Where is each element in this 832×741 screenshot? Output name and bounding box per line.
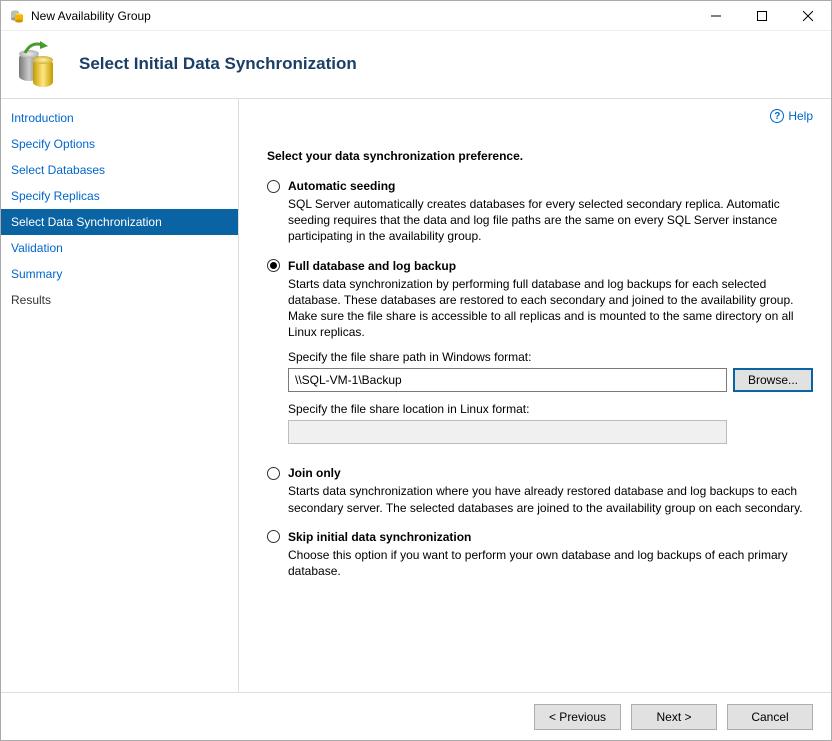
- desc-skip-sync: Choose this option if you want to perfor…: [288, 547, 813, 579]
- page-heading: Select Initial Data Synchronization: [79, 54, 357, 74]
- help-label: Help: [788, 109, 813, 123]
- minimize-button[interactable]: [693, 1, 739, 31]
- titlebar: New Availability Group: [1, 1, 831, 31]
- nav-specify-options[interactable]: Specify Options: [1, 131, 238, 157]
- desc-full-backup: Starts data synchronization by performin…: [288, 276, 813, 341]
- radio-automatic-seeding[interactable]: [267, 180, 280, 193]
- wizard-content: ? Help Select your data synchronization …: [239, 99, 831, 692]
- label-automatic-seeding[interactable]: Automatic seeding: [288, 179, 395, 193]
- wizard-footer: < Previous Next > Cancel: [1, 692, 831, 740]
- radio-full-backup[interactable]: [267, 259, 280, 272]
- label-join-only[interactable]: Join only: [288, 466, 341, 480]
- app-icon: [9, 8, 25, 24]
- nav-introduction[interactable]: Introduction: [1, 105, 238, 131]
- desc-automatic-seeding: SQL Server automatically creates databas…: [288, 196, 813, 245]
- help-link[interactable]: ? Help: [770, 109, 813, 123]
- cancel-button[interactable]: Cancel: [727, 704, 813, 730]
- radio-skip-sync[interactable]: [267, 530, 280, 543]
- nav-select-databases[interactable]: Select Databases: [1, 157, 238, 183]
- linux-path-label: Specify the file share location in Linux…: [288, 402, 813, 416]
- nav-select-data-sync[interactable]: Select Data Synchronization: [1, 209, 238, 235]
- option-join-only: Join only Starts data synchronization wh…: [267, 466, 813, 515]
- linux-path-input: [288, 420, 727, 444]
- option-full-backup: Full database and log backup Starts data…: [267, 259, 813, 445]
- label-full-backup[interactable]: Full database and log backup: [288, 259, 456, 273]
- window-title: New Availability Group: [31, 9, 151, 23]
- nav-summary[interactable]: Summary: [1, 261, 238, 287]
- windows-path-label: Specify the file share path in Windows f…: [288, 350, 813, 364]
- close-button[interactable]: [785, 1, 831, 31]
- maximize-button[interactable]: [739, 1, 785, 31]
- desc-join-only: Starts data synchronization where you ha…: [288, 483, 813, 515]
- sync-preference-prompt: Select your data synchronization prefere…: [267, 149, 813, 163]
- option-automatic-seeding: Automatic seeding SQL Server automatical…: [267, 179, 813, 245]
- previous-button[interactable]: < Previous: [534, 704, 621, 730]
- option-skip-sync: Skip initial data synchronization Choose…: [267, 530, 813, 579]
- nav-specify-replicas[interactable]: Specify Replicas: [1, 183, 238, 209]
- help-icon: ?: [770, 109, 784, 123]
- next-button[interactable]: Next >: [631, 704, 717, 730]
- wizard-sidebar: Introduction Specify Options Select Data…: [1, 99, 239, 692]
- radio-join-only[interactable]: [267, 467, 280, 480]
- label-skip-sync[interactable]: Skip initial data synchronization: [288, 530, 471, 544]
- nav-results[interactable]: Results: [1, 287, 238, 313]
- browse-button[interactable]: Browse...: [733, 368, 813, 392]
- windows-path-input[interactable]: [288, 368, 727, 392]
- wizard-header: Select Initial Data Synchronization: [1, 31, 831, 99]
- header-icon: [15, 41, 61, 87]
- nav-validation[interactable]: Validation: [1, 235, 238, 261]
